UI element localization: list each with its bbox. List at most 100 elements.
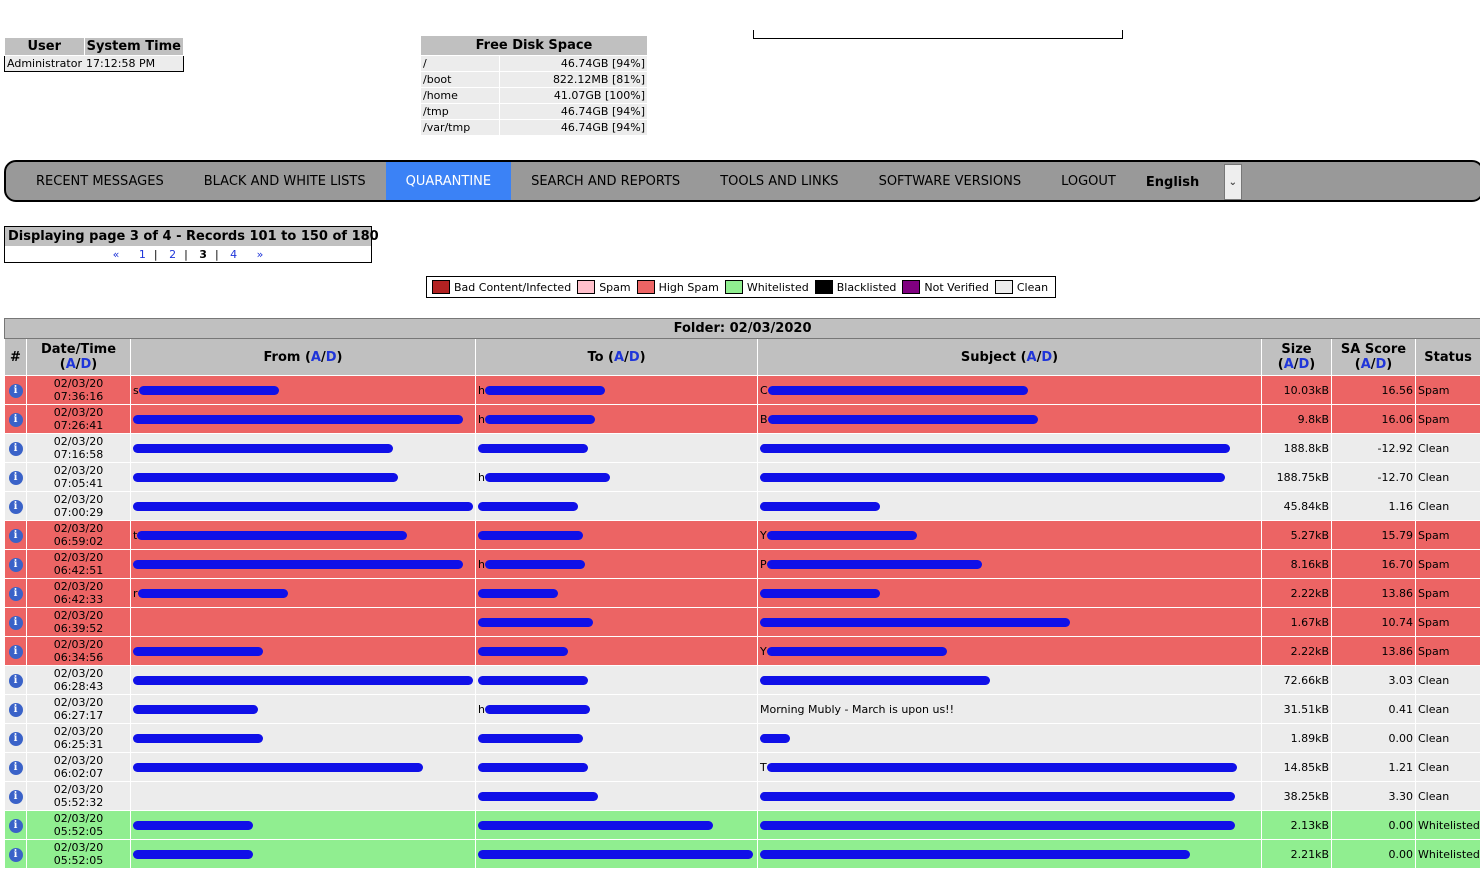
to-cell[interactable]: h <box>476 376 758 405</box>
to-cell[interactable] <box>476 521 758 550</box>
table-row[interactable]: i02/03/2007:16:58188.8kB-12.92Clean <box>5 434 1480 463</box>
table-row[interactable]: i02/03/2007:00:2945.84kB1.16Clean <box>5 492 1480 521</box>
sort-desc-link[interactable]: D <box>326 350 337 365</box>
table-row[interactable]: i02/03/2006:34:56Y2.22kB13.86Spam <box>5 637 1480 666</box>
table-row[interactable]: i02/03/2006:42:33r2.22kB13.86Spam <box>5 579 1480 608</box>
to-cell[interactable] <box>476 608 758 637</box>
sort-desc-link[interactable]: D <box>629 350 640 365</box>
from-cell[interactable] <box>131 782 476 811</box>
from-cell[interactable] <box>131 666 476 695</box>
table-row[interactable]: i02/03/2005:52:052.21kB0.00Whitelisted <box>5 840 1480 869</box>
to-cell[interactable] <box>476 782 758 811</box>
sort-desc-link[interactable]: D <box>1299 357 1310 372</box>
info-icon[interactable]: i <box>9 732 23 746</box>
from-cell[interactable] <box>131 434 476 463</box>
info-icon[interactable]: i <box>9 384 23 398</box>
nav-recent-messages[interactable]: RECENT MESSAGES <box>6 162 184 200</box>
to-cell[interactable] <box>476 579 758 608</box>
sort-asc-link[interactable]: A <box>1284 357 1294 372</box>
nav-search-reports[interactable]: SEARCH AND REPORTS <box>511 162 700 200</box>
language-select[interactable]: English ⌄ <box>1146 164 1242 200</box>
subject-cell[interactable] <box>758 434 1262 463</box>
subject-cell[interactable] <box>758 579 1262 608</box>
info-icon[interactable]: i <box>9 616 23 630</box>
subject-cell[interactable]: T <box>758 753 1262 782</box>
info-icon[interactable]: i <box>9 645 23 659</box>
table-row[interactable]: i02/03/2006:27:17hMorning Mubly - March … <box>5 695 1480 724</box>
to-cell[interactable] <box>476 666 758 695</box>
sort-asc-link[interactable]: A <box>1027 350 1037 365</box>
to-cell[interactable] <box>476 753 758 782</box>
table-row[interactable]: i02/03/2006:59:02tY5.27kB15.79Spam <box>5 521 1480 550</box>
page-link-1[interactable]: 1 <box>139 248 146 261</box>
to-cell[interactable] <box>476 840 758 869</box>
nav-logout[interactable]: LOGOUT <box>1041 162 1136 200</box>
info-icon[interactable]: i <box>9 558 23 572</box>
from-cell[interactable] <box>131 840 476 869</box>
info-icon[interactable]: i <box>9 674 23 688</box>
from-cell[interactable] <box>131 753 476 782</box>
info-icon[interactable]: i <box>9 587 23 601</box>
info-icon[interactable]: i <box>9 442 23 456</box>
page-link-4[interactable]: 4 <box>230 248 237 261</box>
subject-cell[interactable] <box>758 608 1262 637</box>
nav-black-white-lists[interactable]: BLACK AND WHITE LISTS <box>184 162 386 200</box>
page-prev-link[interactable]: « <box>113 248 120 261</box>
table-row[interactable]: i02/03/2005:52:3238.25kB3.30Clean <box>5 782 1480 811</box>
table-row[interactable]: i02/03/2005:52:052.13kB0.00Whitelisted <box>5 811 1480 840</box>
to-cell[interactable]: h <box>476 463 758 492</box>
table-row[interactable]: i02/03/2007:05:41h188.75kB-12.70Clean <box>5 463 1480 492</box>
to-cell[interactable] <box>476 492 758 521</box>
from-cell[interactable]: s <box>131 376 476 405</box>
from-cell[interactable] <box>131 405 476 434</box>
table-row[interactable]: i02/03/2007:26:41hB9.8kB16.06Spam <box>5 405 1480 434</box>
page-link-2[interactable]: 2 <box>169 248 176 261</box>
from-cell[interactable] <box>131 637 476 666</box>
from-cell[interactable] <box>131 724 476 753</box>
sort-desc-link[interactable]: D <box>81 357 92 372</box>
subject-cell[interactable]: Y <box>758 521 1262 550</box>
subject-cell[interactable]: C <box>758 376 1262 405</box>
info-icon[interactable]: i <box>9 819 23 833</box>
from-cell[interactable] <box>131 492 476 521</box>
subject-cell[interactable] <box>758 811 1262 840</box>
subject-cell[interactable]: P <box>758 550 1262 579</box>
sort-asc-link[interactable]: A <box>614 350 624 365</box>
to-cell[interactable]: h <box>476 550 758 579</box>
from-cell[interactable] <box>131 608 476 637</box>
subject-cell[interactable] <box>758 782 1262 811</box>
nav-tools-links[interactable]: TOOLS AND LINKS <box>700 162 858 200</box>
sort-asc-link[interactable]: A <box>1361 357 1371 372</box>
table-row[interactable]: i02/03/2006:39:521.67kB10.74Spam <box>5 608 1480 637</box>
to-cell[interactable] <box>476 434 758 463</box>
info-icon[interactable]: i <box>9 703 23 717</box>
table-row[interactable]: i02/03/2006:02:07T14.85kB1.21Clean <box>5 753 1480 782</box>
to-cell[interactable] <box>476 811 758 840</box>
to-cell[interactable]: h <box>476 405 758 434</box>
table-row[interactable]: i02/03/2006:28:4372.66kB3.03Clean <box>5 666 1480 695</box>
from-cell[interactable] <box>131 463 476 492</box>
subject-cell[interactable]: Morning Mubly - March is upon us!! <box>758 695 1262 724</box>
sort-desc-link[interactable]: D <box>1041 350 1052 365</box>
info-icon[interactable]: i <box>9 790 23 804</box>
from-cell[interactable] <box>131 811 476 840</box>
subject-cell[interactable] <box>758 492 1262 521</box>
from-cell[interactable]: t <box>131 521 476 550</box>
page-next-link[interactable]: » <box>257 248 264 261</box>
table-row[interactable]: i02/03/2007:36:16shC10.03kB16.56Spam <box>5 376 1480 405</box>
to-cell[interactable]: h <box>476 695 758 724</box>
info-icon[interactable]: i <box>9 471 23 485</box>
table-row[interactable]: i02/03/2006:42:51hP8.16kB16.70Spam <box>5 550 1480 579</box>
from-cell[interactable] <box>131 695 476 724</box>
info-icon[interactable]: i <box>9 848 23 862</box>
sort-asc-link[interactable]: A <box>66 357 76 372</box>
chevron-down-icon[interactable]: ⌄ <box>1224 164 1242 200</box>
info-icon[interactable]: i <box>9 529 23 543</box>
nav-software-versions[interactable]: SOFTWARE VERSIONS <box>859 162 1042 200</box>
subject-cell[interactable] <box>758 463 1262 492</box>
subject-cell[interactable] <box>758 724 1262 753</box>
sort-asc-link[interactable]: A <box>311 350 321 365</box>
sort-desc-link[interactable]: D <box>1376 357 1387 372</box>
subject-cell[interactable]: B <box>758 405 1262 434</box>
from-cell[interactable] <box>131 550 476 579</box>
